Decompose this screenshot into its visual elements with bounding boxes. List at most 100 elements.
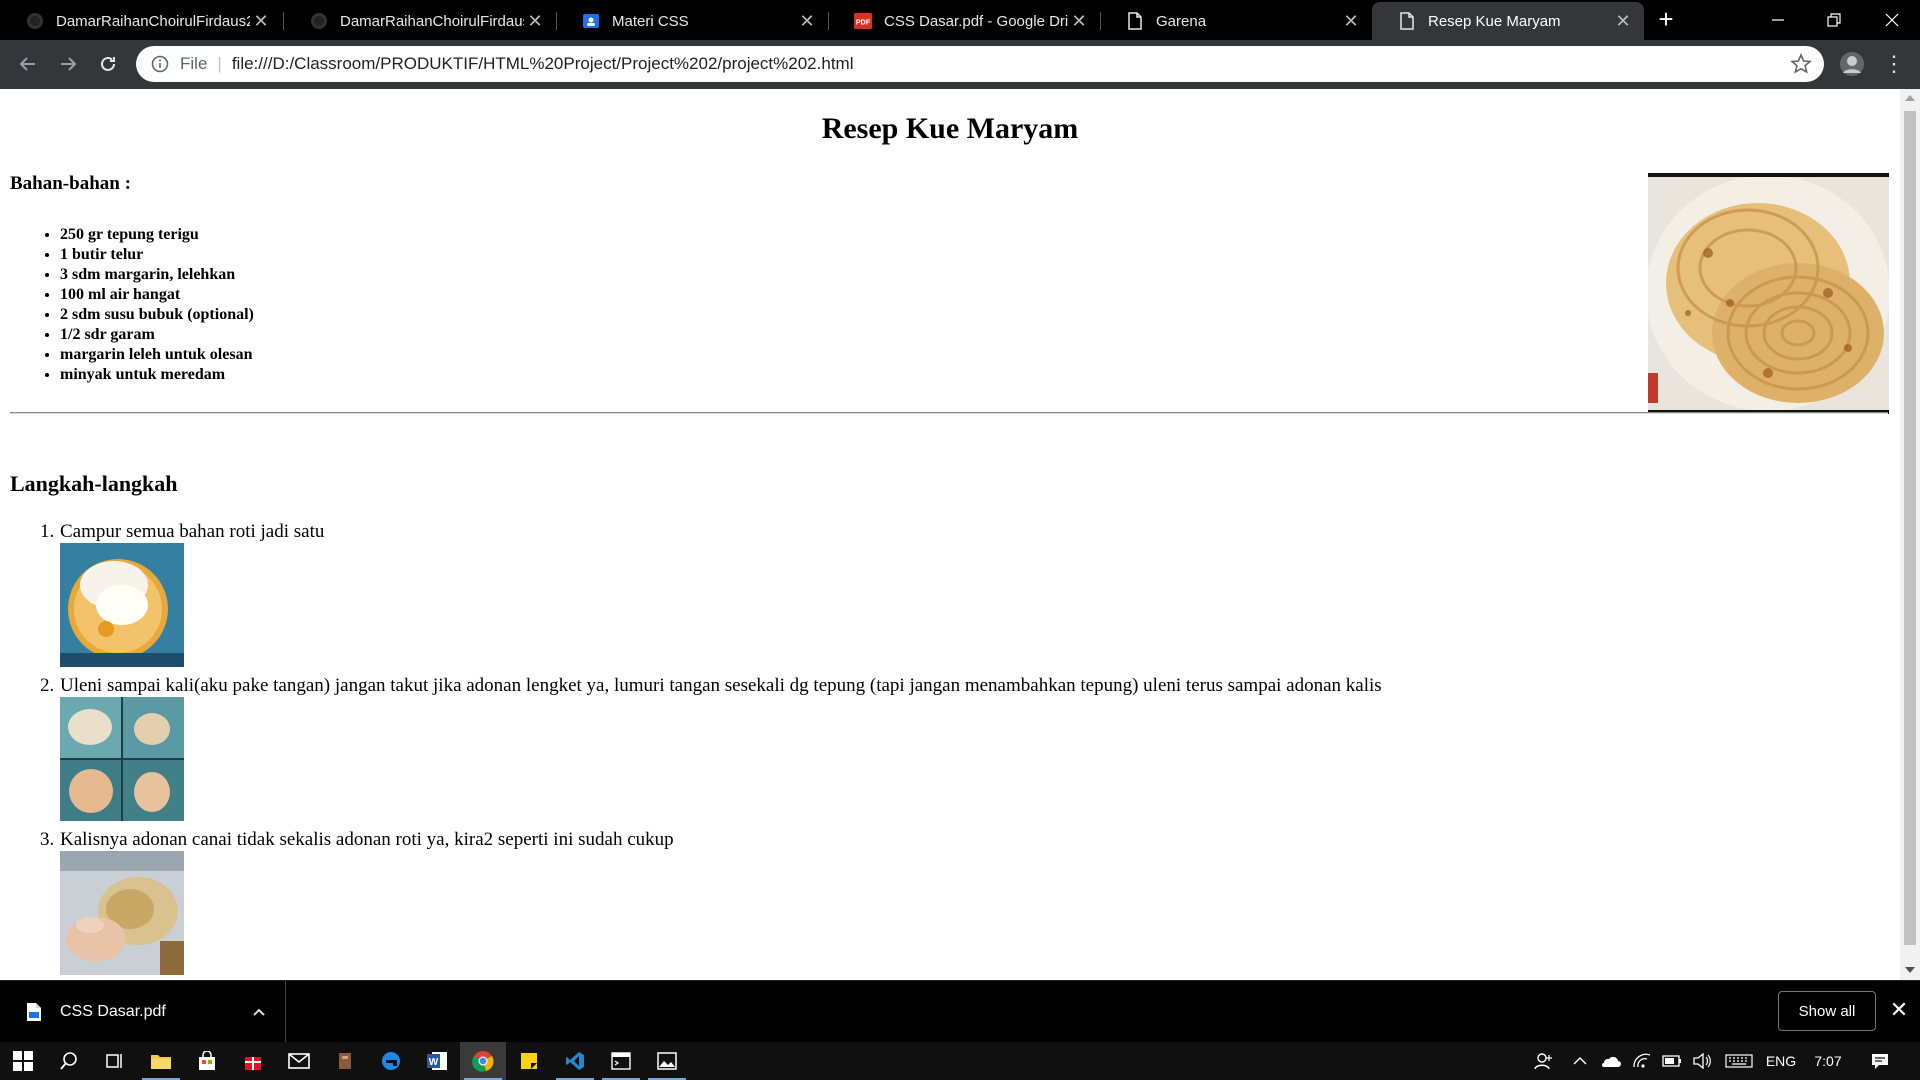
tab-title: DamarRaihanChoirulFirdaus2	[340, 12, 524, 30]
tab-3[interactable]: Materi CSS ✕	[556, 2, 828, 40]
new-tab-button[interactable]: +	[1652, 6, 1680, 34]
file-icon	[26, 1002, 42, 1022]
reload-icon	[101, 56, 115, 71]
people-icon[interactable]	[1528, 1042, 1560, 1080]
step-number: 2.	[40, 675, 55, 696]
close-icon[interactable]: ✕	[1340, 10, 1362, 32]
tab-6[interactable]: Resep Kue Maryam ✕	[1372, 2, 1644, 40]
tab-title: Garena	[1156, 12, 1207, 30]
close-icon[interactable]: ✕	[524, 10, 546, 32]
browser-toolbar: File | file:///D:/Classroom/PRODUKTIF/HT…	[0, 40, 1920, 89]
github-icon	[310, 12, 328, 30]
tab-title: Materi CSS	[612, 12, 689, 30]
download-item[interactable]: CSS Dasar.pdf	[0, 981, 286, 1043]
back-arrow-icon	[19, 57, 35, 71]
close-icon[interactable]: ✕	[1612, 10, 1634, 32]
onedrive-icon[interactable]	[1596, 1042, 1624, 1080]
page-icon	[1126, 12, 1144, 30]
list-item: 250 gr tepung terigu	[60, 225, 254, 245]
horizontal-rule	[10, 412, 1888, 414]
chrome-button[interactable]	[460, 1042, 506, 1080]
forward-button[interactable]	[52, 48, 84, 80]
info-icon[interactable]	[150, 54, 170, 74]
chevron-up-icon[interactable]	[250, 1003, 268, 1021]
list-item: 3. Kalisnya adonan canai tidak sekalis a…	[40, 829, 1382, 975]
url-text[interactable]: file:///D:/Classroom/PRODUKTIF/HTML%20Pr…	[232, 54, 854, 74]
start-button[interactable]	[0, 1042, 46, 1080]
windows-taskbar: W ENG 7:07	[0, 1042, 1920, 1080]
terminal-button[interactable]	[598, 1042, 644, 1080]
bahan-heading: Bahan-bahan :	[10, 173, 131, 194]
step-number: 3.	[40, 829, 55, 850]
word-button[interactable]: W	[414, 1042, 460, 1080]
restore-icon	[1827, 13, 1841, 27]
show-all-button[interactable]: Show all	[1778, 991, 1876, 1031]
download-file-name: CSS Dasar.pdf	[60, 1003, 166, 1020]
search-icon	[60, 1052, 77, 1070]
bookmark-star-icon[interactable]	[1790, 52, 1812, 75]
list-item: 2 sdm susu bubuk (optional)	[60, 305, 254, 325]
edge-icon	[382, 1052, 400, 1070]
tab-title: CSS Dasar.pdf - Google Drive	[884, 12, 1068, 30]
address-bar[interactable]: File | file:///D:/Classroom/PRODUKTIF/HT…	[136, 46, 1824, 82]
file-explorer-button[interactable]	[138, 1042, 184, 1080]
battery-icon[interactable]	[1658, 1042, 1686, 1080]
task-view-icon	[106, 1054, 122, 1068]
list-item: 2. Uleni sampai kali(aku pake tangan) ja…	[40, 675, 1382, 821]
sticky-notes-button[interactable]	[506, 1042, 552, 1080]
list-item: minyak untuk meredam	[60, 365, 254, 385]
gift-icon	[245, 1057, 261, 1070]
wifi-icon[interactable]	[1628, 1042, 1656, 1080]
volume-icon[interactable]	[1688, 1042, 1716, 1080]
minimize-icon	[1772, 19, 1784, 21]
scroll-down-icon[interactable]	[1905, 967, 1915, 973]
notification-icon[interactable]	[1860, 1042, 1900, 1080]
chevron-up-icon[interactable]	[1568, 1042, 1592, 1080]
tab-strip: DamarRaihanChoirulFirdaus2 ✕ DamarRaihan…	[0, 0, 1920, 40]
app-button[interactable]	[322, 1042, 368, 1080]
vscode-button[interactable]	[552, 1042, 598, 1080]
mail-icon	[288, 1053, 310, 1069]
search-button[interactable]	[46, 1042, 92, 1080]
list-item: margarin leleh untuk olesan	[60, 345, 254, 365]
page-scrollbar[interactable]	[1900, 89, 1920, 980]
edge-button[interactable]	[368, 1042, 414, 1080]
tab-2[interactable]: DamarRaihanChoirulFirdaus2 ✕	[284, 2, 556, 40]
scrollbar-thumb[interactable]	[1904, 111, 1916, 945]
minimize-button[interactable]	[1750, 0, 1806, 40]
reload-button[interactable]	[92, 48, 124, 80]
gift-app-button[interactable]	[230, 1042, 276, 1080]
store-bag-icon	[199, 1051, 215, 1070]
close-window-button[interactable]	[1864, 0, 1920, 40]
menu-dots-icon[interactable]: ⋮	[1880, 50, 1908, 78]
chrome-icon	[472, 1051, 494, 1072]
scroll-up-icon[interactable]	[1905, 95, 1915, 101]
task-view-button[interactable]	[92, 1042, 138, 1080]
back-button[interactable]	[12, 48, 44, 80]
language-indicator[interactable]: ENG	[1762, 1042, 1800, 1080]
github-icon	[26, 12, 44, 30]
word-icon: W	[427, 1052, 447, 1070]
tab-4[interactable]: PDF CSS Dasar.pdf - Google Drive ✕	[828, 2, 1100, 40]
close-icon	[1885, 13, 1899, 27]
langkah-heading: Langkah-langkah	[10, 471, 178, 496]
photos-button[interactable]	[644, 1042, 690, 1080]
store-button[interactable]	[184, 1042, 230, 1080]
clock[interactable]: 7:07	[1806, 1042, 1850, 1080]
list-item: 1/2 sdr garam	[60, 325, 254, 345]
forward-arrow-icon	[61, 57, 77, 71]
close-icon[interactable]: ✕	[1068, 10, 1090, 32]
list-item: 100 ml air hangat	[60, 285, 254, 305]
tab-1[interactable]: DamarRaihanChoirulFirdaus2 ✕	[0, 2, 282, 40]
mail-button[interactable]	[276, 1042, 322, 1080]
step-text: Kalisnya adonan canai tidak sekalis adon…	[60, 829, 674, 850]
keyboard-icon[interactable]	[1722, 1042, 1756, 1080]
classroom-icon	[582, 12, 600, 30]
close-icon[interactable]: ✕	[796, 10, 818, 32]
restore-button[interactable]	[1806, 0, 1862, 40]
tab-title: DamarRaihanChoirulFirdaus2	[56, 12, 250, 30]
close-icon[interactable]: ✕	[1888, 999, 1910, 1021]
profile-avatar-icon[interactable]	[1838, 50, 1866, 78]
close-icon[interactable]: ✕	[250, 10, 272, 32]
tab-5[interactable]: Garena ✕	[1100, 2, 1372, 40]
